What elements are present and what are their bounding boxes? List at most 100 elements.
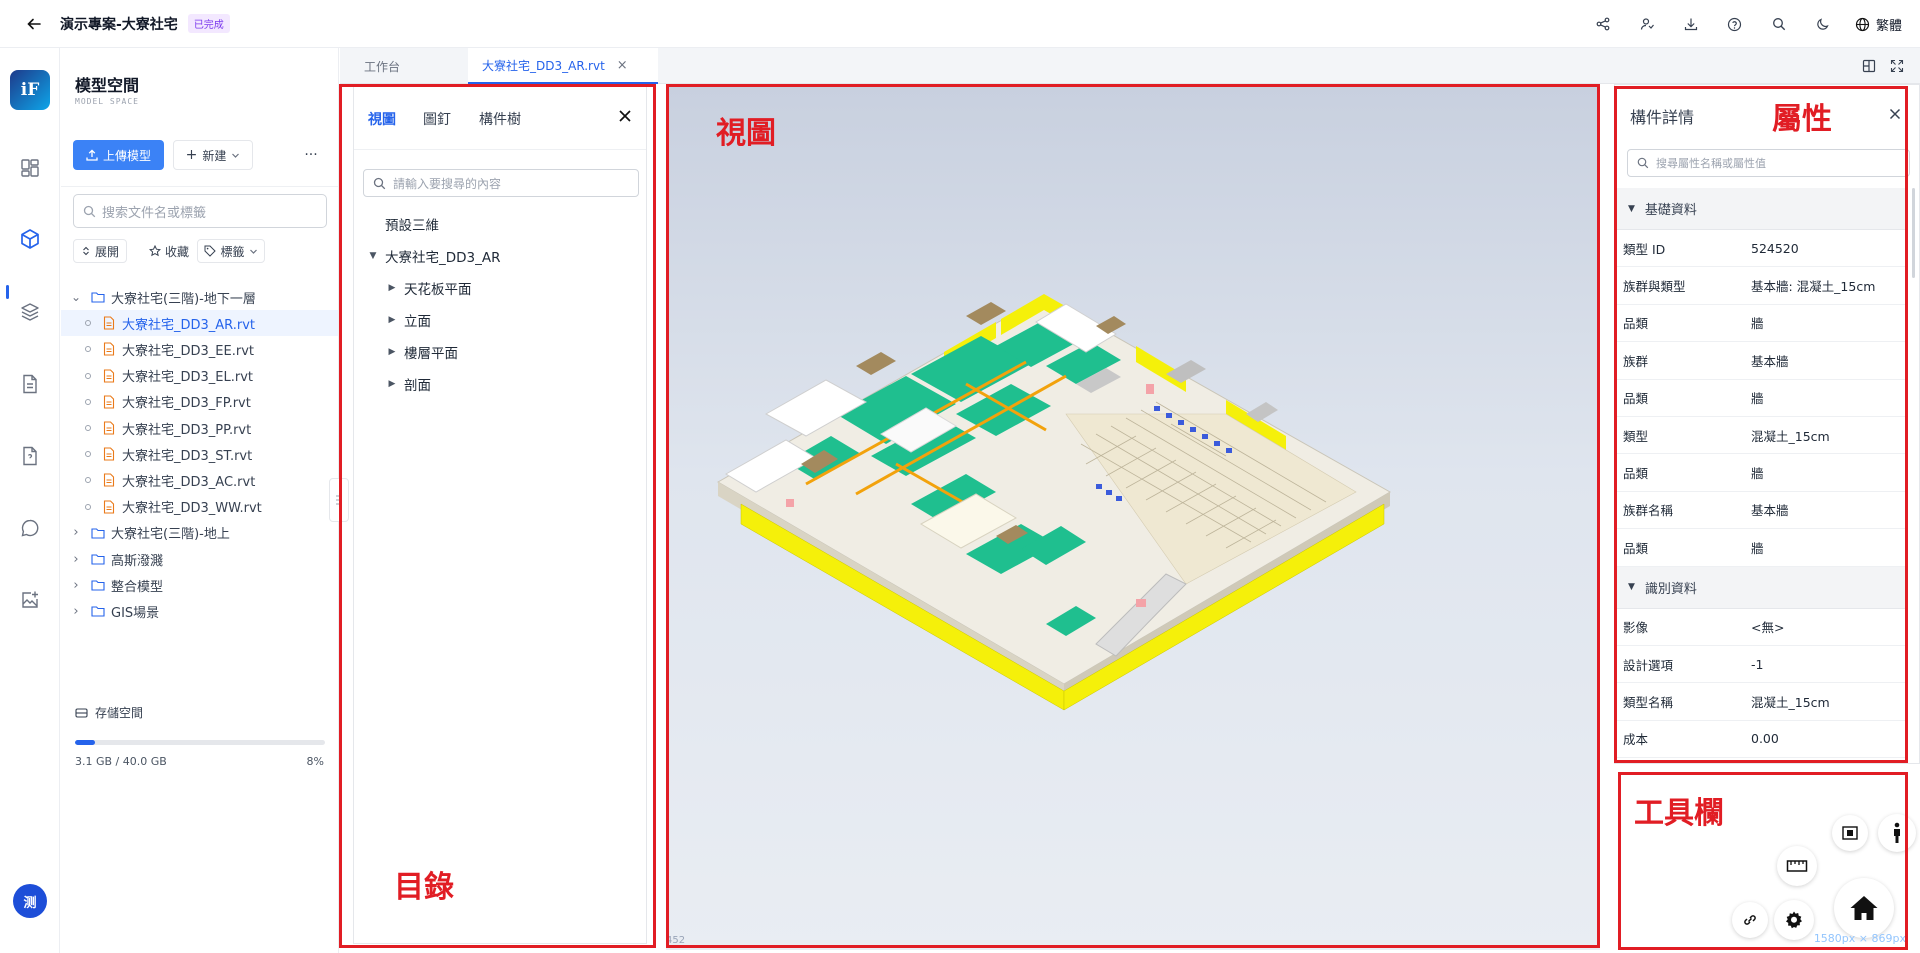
directory-search-input[interactable]: 請輸入要搜尋的內容 <box>363 169 639 197</box>
document-icon[interactable] <box>14 368 46 400</box>
property-row: 品類 牆 <box>1615 305 1905 343</box>
file-item[interactable]: 大寮社宅_DD3_PP.rvt <box>61 415 338 441</box>
user-avatar[interactable]: 测 <box>13 884 47 918</box>
close-tab-icon[interactable]: × <box>617 58 628 73</box>
tags-label: 標籤 <box>220 244 245 259</box>
file-search-input[interactable]: 搜索文件名或標籤 <box>73 194 327 228</box>
view-tree-item[interactable]: ▶ 天花板平面 <box>385 275 472 301</box>
new-button[interactable]: + 新建 <box>173 140 253 170</box>
file-item[interactable]: 大寮社宅_DD3_AR.rvt <box>61 310 338 337</box>
folder-item[interactable]: › GIS場景 <box>61 598 338 624</box>
search-icon <box>83 205 96 217</box>
fullscreen-icon[interactable] <box>1890 59 1904 73</box>
property-row: 設計選項 -1 <box>1615 646 1905 684</box>
dir-tab-component-tree[interactable]: 構件樹 <box>479 109 521 129</box>
first-person-button[interactable] <box>1878 814 1916 852</box>
directory-close-icon[interactable] <box>614 105 636 127</box>
file-item[interactable]: 大寮社宅_DD3_ST.rvt <box>61 441 338 467</box>
chevron-right-icon[interactable]: › <box>69 525 83 540</box>
property-value: 524520 <box>1751 240 1799 256</box>
file-item[interactable]: 大寮社宅_DD3_AC.rvt <box>61 467 338 493</box>
folder-item[interactable]: › 高斯潑濺 <box>61 546 338 572</box>
view-tree-item[interactable]: ▶ 立面 <box>385 307 431 333</box>
details-close-icon[interactable] <box>1884 103 1906 125</box>
share-icon[interactable] <box>1581 0 1625 48</box>
property-group-header[interactable]: ▼ 基礎資料 <box>1615 188 1905 230</box>
caret-down-icon: ▼ <box>1628 203 1635 214</box>
property-scrollbar[interactable] <box>1912 188 1915 278</box>
file-item[interactable]: 大寮社宅_DD3_FP.rvt <box>61 389 338 415</box>
download-icon[interactable] <box>1669 0 1713 48</box>
storage-used-text: 3.1 GB / 40.0 GB <box>75 755 167 768</box>
building-model-render[interactable] <box>666 84 1600 950</box>
folder-item[interactable]: › 整合模型 <box>61 572 338 598</box>
folder-item[interactable]: › 大寮社宅(三階)-地上 <box>61 520 338 546</box>
search-icon[interactable] <box>1757 0 1801 48</box>
file-item[interactable]: 大寮社宅_DD3_EL.rvt <box>61 363 338 389</box>
model-3d-viewport[interactable]: 452 <box>666 84 1600 950</box>
home-view-button[interactable] <box>1834 878 1894 938</box>
caret-right-icon[interactable]: ▶ <box>385 347 399 357</box>
plus-icon: + <box>185 147 198 163</box>
view-tree-item[interactable]: ▶ 樓層平面 <box>385 339 458 365</box>
property-search-placeholder: 搜尋屬性名稱或屬性值 <box>1656 157 1766 170</box>
chevron-down-icon <box>232 153 240 158</box>
caret-right-icon[interactable]: ▶ <box>385 315 399 325</box>
language-switch[interactable]: 繁體 <box>1855 15 1902 34</box>
chevron-right-icon[interactable]: › <box>69 578 83 593</box>
property-key: 族群 <box>1623 353 1649 369</box>
view-tree-label: 樓層平面 <box>404 346 458 362</box>
home-icon <box>1850 896 1878 920</box>
members-icon[interactable] <box>1625 0 1669 48</box>
folder-item[interactable]: ⌄ 大寮社宅(三階)-地下一層 <box>61 284 338 310</box>
chevron-down-icon <box>249 249 257 254</box>
view-tree-label: 大寮社宅_DD3_AR <box>385 250 501 266</box>
favorites-label: 收藏 <box>164 244 189 259</box>
link-button[interactable] <box>1732 902 1768 938</box>
caret-right-icon[interactable]: ▶ <box>385 379 399 389</box>
image-add-icon[interactable] <box>14 584 46 616</box>
storage-progress-bar <box>75 740 325 745</box>
upload-model-button[interactable]: 上傳模型 <box>73 140 164 170</box>
settings-button[interactable] <box>1774 900 1814 940</box>
view-tree-item[interactable]: ▶ 剖面 <box>385 371 431 397</box>
property-group-header[interactable]: ▼ 識別資料 <box>1615 566 1905 609</box>
tags-chip[interactable]: 標籤 <box>197 239 265 263</box>
dir-tab-pins[interactable]: 圖釘 <box>423 109 451 129</box>
dir-tab-views[interactable]: 視圖 <box>368 109 396 129</box>
chevron-down-icon[interactable]: ⌄ <box>69 290 83 304</box>
help-icon[interactable] <box>1713 0 1757 48</box>
ruler-icon <box>1786 860 1808 872</box>
model-space-cube-icon[interactable] <box>14 223 46 255</box>
chevron-right-icon[interactable]: › <box>69 604 83 619</box>
chevron-right-icon[interactable]: › <box>69 552 83 567</box>
more-options-button[interactable]: ··· <box>296 140 326 170</box>
file-item[interactable]: 大寮社宅_DD3_WW.rvt <box>61 494 338 520</box>
caret-right-icon[interactable]: ▶ <box>385 283 399 293</box>
tab-model-file[interactable]: 大寮社宅_DD3_AR.rvt × <box>468 48 658 84</box>
back-arrow-icon[interactable] <box>24 14 44 34</box>
favorites-chip[interactable]: 收藏 <box>135 239 203 263</box>
measure-button[interactable] <box>1777 846 1817 886</box>
sidebar-collapse-handle[interactable] <box>329 478 349 522</box>
property-row: 品類 牆 <box>1615 380 1905 417</box>
property-value: 牆 <box>1751 466 1764 482</box>
dark-mode-moon-icon[interactable] <box>1801 0 1845 48</box>
tab-workbench[interactable]: 工作台 <box>340 48 440 84</box>
dashboard-icon[interactable] <box>14 152 46 184</box>
storage-progress-fill <box>75 740 95 745</box>
file-status-dot <box>85 477 91 484</box>
section-box-icon <box>1842 826 1858 840</box>
split-layout-icon[interactable] <box>1862 59 1876 73</box>
file-item[interactable]: 大寮社宅_DD3_EE.rvt <box>61 336 338 362</box>
caret-down-icon[interactable]: ▼ <box>366 251 380 261</box>
property-search-input[interactable]: 搜尋屬性名稱或屬性值 <box>1627 149 1910 177</box>
layers-icon[interactable] <box>14 296 46 328</box>
report-document-icon[interactable] <box>14 440 46 472</box>
view-tree-item[interactable]: 預設三維 <box>385 211 439 237</box>
section-box-button[interactable] <box>1832 815 1868 851</box>
property-row: 族群名稱 基本牆 <box>1615 492 1905 530</box>
view-tree-item[interactable]: ▼ 大寮社宅_DD3_AR <box>366 243 501 269</box>
comment-icon[interactable] <box>14 512 46 544</box>
expand-chip[interactable]: 展開 <box>73 239 127 263</box>
